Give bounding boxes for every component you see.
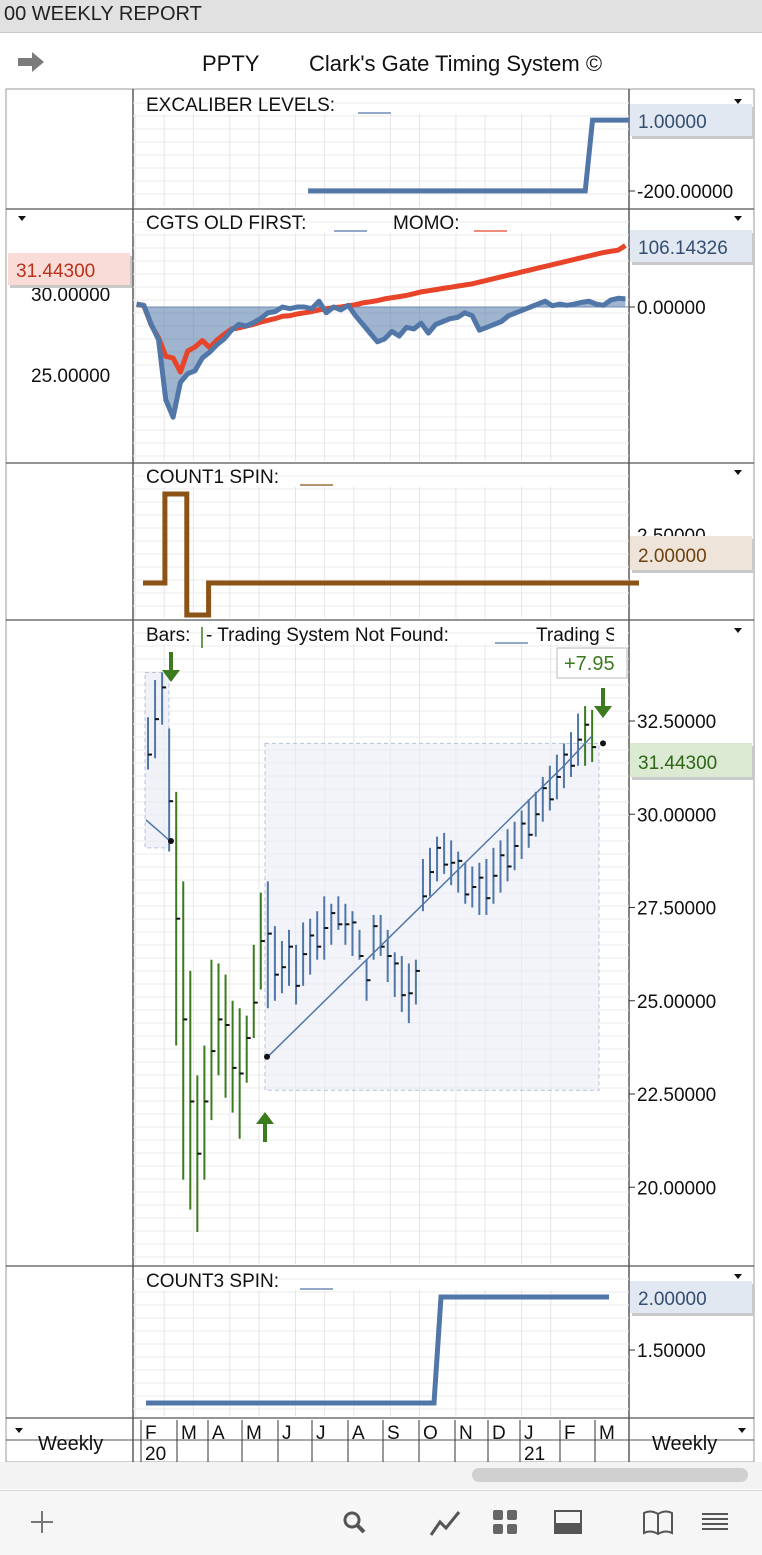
bars-legend: Bars: xyxy=(146,625,190,646)
horizontal-scrollbar[interactable] xyxy=(472,1468,748,1482)
bars-right-tick-label: 25.00000 xyxy=(637,992,716,1013)
bars-right-tick-label: 27.50000 xyxy=(637,899,716,920)
grid-layout-icon[interactable] xyxy=(491,1508,519,1536)
excaliber-value-label-text: 1.00000 xyxy=(638,112,707,133)
cgts-left-tick-label: 30.00000 xyxy=(31,285,110,306)
month-label: M xyxy=(246,1423,262,1444)
right-period-selector: Weekly xyxy=(652,1433,717,1455)
book-icon[interactable] xyxy=(642,1508,674,1536)
system-legend: - Trading System Not Found: xyxy=(206,625,449,646)
cgts-legend: CGTS OLD FIRST: xyxy=(146,213,306,234)
bars-right-tick-label: 22.50000 xyxy=(637,1085,716,1106)
bars-price-label-text: 31.44300 xyxy=(638,753,717,774)
left-period-selector: Weekly xyxy=(38,1433,103,1455)
month-label: S xyxy=(387,1423,400,1444)
year-label: 21 xyxy=(524,1444,545,1462)
exit-point xyxy=(168,838,174,844)
month-label: M xyxy=(599,1423,615,1444)
gain-label: +7.95 xyxy=(564,653,615,675)
month-label: O xyxy=(423,1423,438,1444)
bars-right-tick-label: 20.00000 xyxy=(637,1178,716,1199)
search-icon[interactable] xyxy=(340,1508,368,1536)
count3-value-label-text: 2.00000 xyxy=(638,1289,707,1310)
cgts-left-value-label-text: 31.44300 xyxy=(16,261,95,282)
month-label: D xyxy=(492,1423,506,1444)
month-label: F xyxy=(145,1423,157,1444)
last-point xyxy=(600,740,606,747)
month-label: J xyxy=(316,1423,326,1444)
cgts-right-tick-label: -200.00000 xyxy=(637,182,733,203)
add-icon[interactable] xyxy=(28,1508,56,1536)
chart-area[interactable]: EXCALIBER LEVELS: 1.00000 CGTS OLD FIRST: M… xyxy=(0,0,762,1462)
momo-legend: MOMO: xyxy=(393,213,460,234)
count1-legend: COUNT1 SPIN: xyxy=(146,467,279,488)
count3-legend: COUNT3 SPIN: xyxy=(146,1271,279,1292)
month-label: J xyxy=(282,1423,292,1444)
draw-line-icon[interactable] xyxy=(428,1508,462,1538)
entry-point xyxy=(264,1053,270,1060)
count3-right-tick-label: 1.50000 xyxy=(637,1341,706,1362)
system-legend-secondary: Trading S xyxy=(536,625,618,646)
month-label: M xyxy=(181,1423,197,1444)
month-label: A xyxy=(352,1423,365,1444)
menu-icon[interactable] xyxy=(700,1508,730,1536)
bars-right-tick-label: 32.50000 xyxy=(637,712,716,733)
month-label: J xyxy=(524,1423,534,1444)
panel-layout-icon[interactable] xyxy=(553,1508,583,1536)
year-label: 20 xyxy=(145,1444,166,1462)
month-label: A xyxy=(212,1423,225,1444)
bars-right-tick-label: 30.00000 xyxy=(637,805,716,826)
cgts-right-tick-label: 0.00000 xyxy=(637,298,706,319)
count1-value-label-text: 2.00000 xyxy=(638,546,707,567)
excaliber-legend: EXCALIBER LEVELS: xyxy=(146,95,335,116)
cgts-value-label-text: 106.14326 xyxy=(638,238,728,259)
month-label: F xyxy=(564,1423,576,1444)
cgts-left-tick-label: 25.00000 xyxy=(31,366,110,387)
month-label: N xyxy=(459,1423,473,1444)
